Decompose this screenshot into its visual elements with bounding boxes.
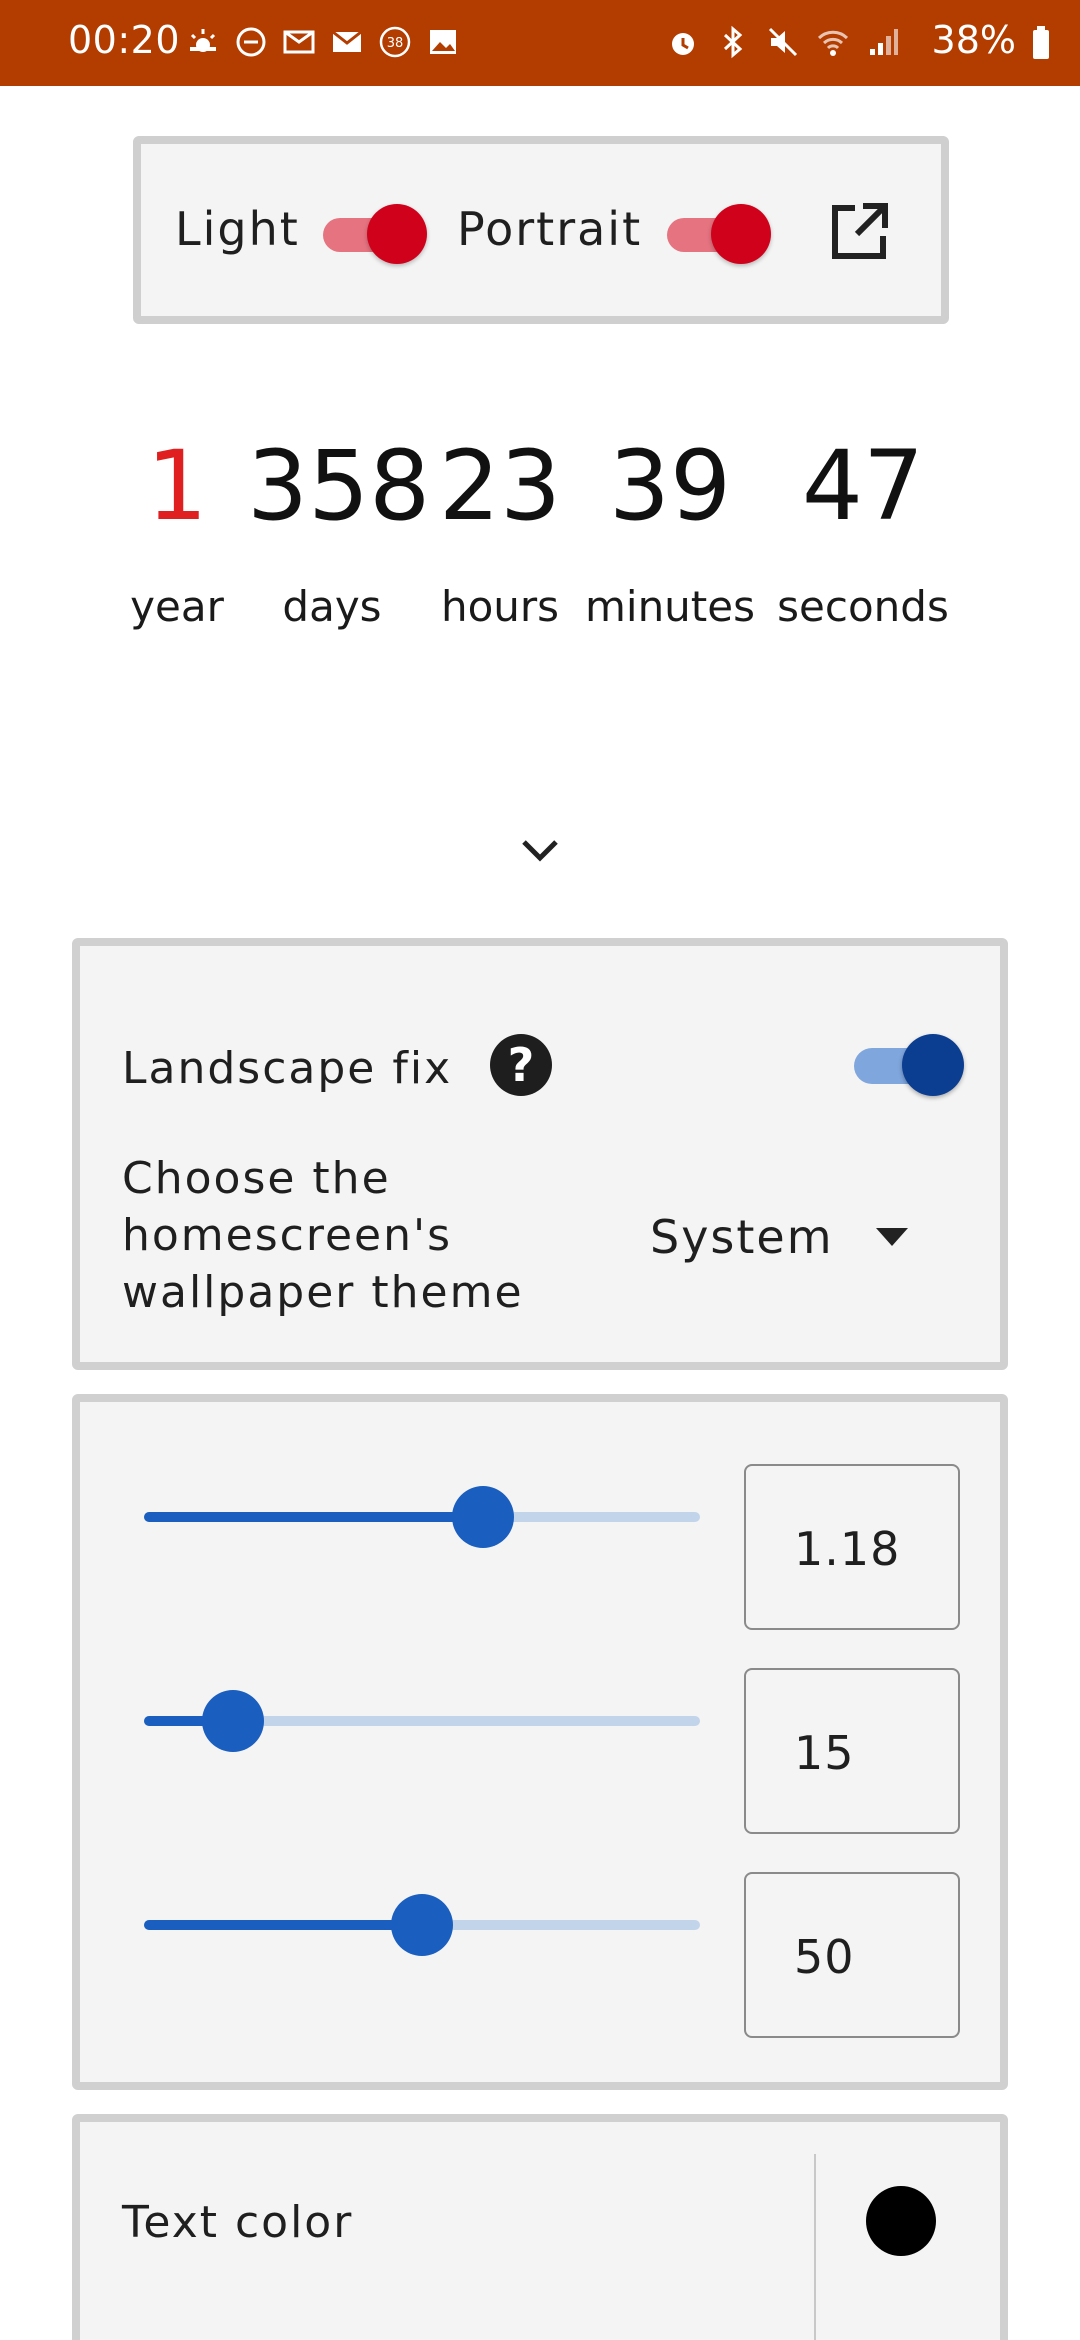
countdown-minutes-value: 39 <box>608 430 732 542</box>
status-right-icons <box>666 22 900 62</box>
countdown-days-label: days <box>282 582 382 631</box>
slider-1[interactable] <box>144 1486 700 1548</box>
signal-icon <box>870 29 898 55</box>
slider-fill <box>144 1920 422 1930</box>
email-icon <box>332 30 362 52</box>
chevron-down-icon[interactable] <box>520 836 560 864</box>
portrait-toggle-thumb <box>711 204 771 264</box>
landscape-fix-label: Landscape fix <box>122 1043 453 1094</box>
bluetooth-icon <box>723 25 743 59</box>
dropdown-arrow-icon[interactable] <box>876 1228 908 1246</box>
slider-fill <box>144 1512 484 1522</box>
text-color-card: Text color <box>72 2114 1008 2340</box>
open-in-new-icon[interactable] <box>827 200 891 264</box>
theme-label: Choose the homescreen's wallpaper theme <box>122 1150 524 1321</box>
theme-label-line: wallpaper theme <box>122 1267 524 1318</box>
slider-1-value: 1.18 <box>794 1522 901 1576</box>
slider-thumb[interactable] <box>452 1486 515 1548</box>
slider-thumb[interactable] <box>201 1690 264 1752</box>
mail-icon <box>283 30 315 54</box>
divider <box>814 2154 816 2340</box>
notification-count: 38 <box>387 36 404 51</box>
alarm-icon <box>672 33 694 55</box>
mute-icon <box>768 27 798 57</box>
dnd-icon <box>236 27 266 57</box>
countdown-days-value: 358 <box>247 430 431 542</box>
portrait-toggle[interactable] <box>667 204 771 264</box>
countdown-seconds-label: seconds <box>777 582 949 631</box>
countdown-hours-label: hours <box>440 582 560 631</box>
slider-3[interactable] <box>144 1894 700 1956</box>
status-bar: 00:20 38 38% <box>0 0 1080 86</box>
slider-3-value-field[interactable]: 50 <box>744 1872 960 2038</box>
status-left-icons: 38 <box>186 22 460 62</box>
countdown-seconds-value: 47 <box>801 430 925 542</box>
battery-percentage: 38% <box>931 18 1016 62</box>
portrait-label: Portrait <box>457 202 643 256</box>
theme-label-line: Choose the <box>122 1153 391 1204</box>
weather-icon <box>190 29 216 52</box>
theme-label-line: homescreen's <box>122 1210 453 1261</box>
display-options-card: Light Portrait <box>133 136 949 324</box>
text-color-label: Text color <box>122 2197 354 2248</box>
slider-2-value-field[interactable]: 15 <box>744 1668 960 1834</box>
countdown-hours-value: 23 <box>438 430 562 542</box>
landscape-fix-toggle[interactable] <box>854 1034 964 1096</box>
landscape-settings-card: Landscape fix ? Choose the homescreen's … <box>72 938 1008 1370</box>
theme-dropdown-value[interactable]: System <box>650 1210 834 1264</box>
slider-2[interactable] <box>144 1690 700 1752</box>
sliders-card: 1.18 15 50 <box>72 1394 1008 2090</box>
gallery-icon <box>430 30 456 54</box>
countdown-year-value: 1 <box>146 430 208 542</box>
wifi-icon <box>817 30 849 56</box>
landscape-fix-toggle-thumb <box>902 1034 964 1096</box>
help-icon[interactable]: ? <box>490 1034 552 1096</box>
slider-thumb[interactable] <box>391 1894 453 1956</box>
battery-icon <box>1033 26 1049 59</box>
light-toggle[interactable] <box>323 204 427 264</box>
slider-1-value-field[interactable]: 1.18 <box>744 1464 960 1630</box>
light-toggle-thumb <box>367 204 427 264</box>
light-label: Light <box>175 202 300 256</box>
status-time: 00:20 <box>68 18 181 62</box>
text-color-swatch[interactable] <box>866 2186 936 2256</box>
slider-2-value: 15 <box>794 1726 855 1780</box>
notification-count-icon: 38 <box>379 26 411 58</box>
countdown-minutes-label: minutes <box>584 582 755 631</box>
slider-3-value: 50 <box>794 1930 855 1984</box>
